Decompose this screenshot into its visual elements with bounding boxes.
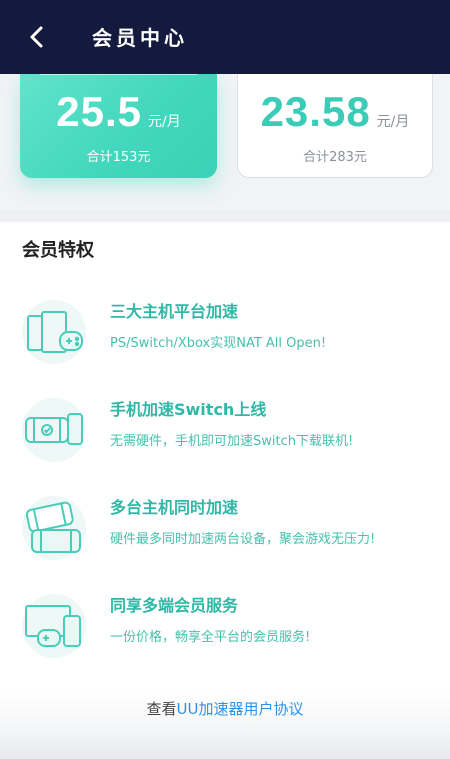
footer-bar: 查看UU加速器用户协议 (0, 692, 450, 759)
plan-option-selected[interactable]: 25.5 元/月 合计153元 (20, 74, 217, 178)
console-gamepad-icon (22, 300, 86, 364)
plan-selector: 25.5 元/月 合计153元 23.58 元/月 合计283元 (0, 74, 450, 210)
privilege-item: 多台主机同时加速 硬件最多同时加速两台设备，聚会游戏无压力! (0, 486, 450, 576)
page-title: 会员中心 (92, 26, 188, 50)
privilege-item: 同享多端会员服务 一份价格，畅享全平台的会员服务! (0, 584, 450, 674)
card-divider (40, 74, 197, 75)
plan-unit: 元/月 (148, 114, 181, 130)
plan-price: 23.58 (260, 88, 371, 135)
user-agreement-link[interactable]: UU加速器用户协议 (177, 700, 304, 718)
privilege-desc: PS/Switch/Xbox实现NAT All Open! (110, 336, 327, 351)
privilege-desc: 一份价格，畅享全平台的会员服务! (110, 630, 311, 645)
multi-console-icon (22, 496, 86, 560)
plan-unit: 元/月 (376, 114, 410, 130)
privilege-desc: 硬件最多同时加速两台设备，聚会游戏无压力! (110, 532, 376, 547)
price-row: 25.5 元/月 (20, 88, 217, 136)
privilege-title: 同享多端会员服务 (110, 596, 239, 615)
plan-option[interactable]: 23.58 元/月 合计283元 (237, 74, 433, 178)
privilege-title: 手机加速Switch上线 (110, 400, 267, 419)
plan-total: 合计283元 (303, 150, 367, 165)
privilege-item: 三大主机平台加速 PS/Switch/Xbox实现NAT All Open! (0, 290, 450, 380)
privilege-item: 手机加速Switch上线 无需硬件，手机即可加速Switch下载联机! (0, 388, 450, 478)
privilege-desc: 无需硬件，手机即可加速Switch下载联机! (110, 434, 354, 449)
plan-price: 25.5 (56, 88, 143, 135)
multi-device-icon (22, 594, 86, 658)
privileges-card: 会员特权 三大主机平台加速 PS/Switch/Xbox实现NAT All Op… (0, 222, 450, 692)
back-button[interactable] (22, 22, 52, 52)
section-title: 会员特权 (22, 240, 94, 261)
top-bar: 会员中心 (0, 0, 450, 74)
agreement-prefix: 查看 (146, 700, 177, 718)
privilege-title: 多台主机同时加速 (110, 498, 239, 517)
switch-phone-icon (22, 398, 86, 462)
chevron-left-icon (30, 26, 43, 48)
agreement-line: 查看UU加速器用户协议 (0, 698, 450, 719)
privilege-title: 三大主机平台加速 (110, 302, 239, 321)
plan-total: 合计153元 (86, 150, 151, 165)
price-row: 23.58 元/月 (238, 88, 432, 136)
